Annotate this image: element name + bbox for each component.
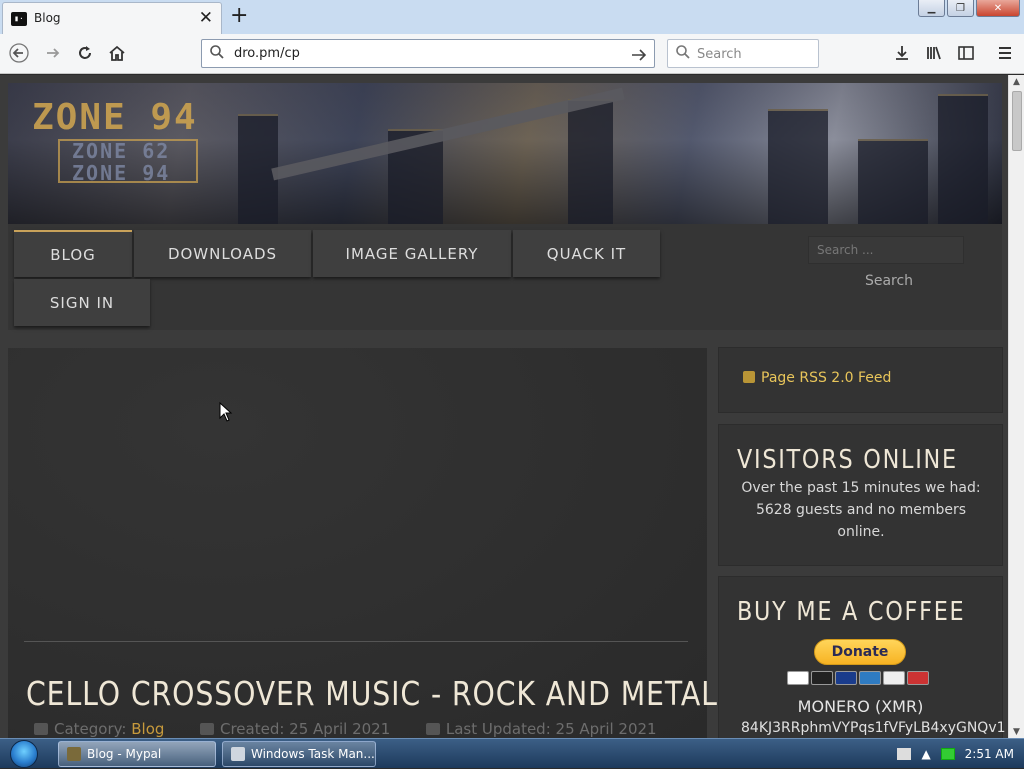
maestro-icon bbox=[835, 671, 857, 685]
reload-icon[interactable] bbox=[74, 42, 96, 64]
menu-item-quack-it[interactable]: QUACK IT bbox=[513, 230, 660, 277]
browser-titlebar: ▮· Blog ✕ + ▁ ❐ ✕ bbox=[0, 0, 1024, 34]
browser-search-placeholder: Search bbox=[697, 47, 742, 62]
taskbar-item-task-manager[interactable]: Windows Task Man... bbox=[222, 741, 376, 767]
visitors-title: VISITORS ONLINE bbox=[737, 445, 958, 475]
site-logo[interactable]: ZONE 94 bbox=[32, 97, 198, 138]
visitors-text: Over the past 15 minutes we had: 5628 gu… bbox=[741, 480, 981, 540]
scroll-up-icon[interactable]: ▲ bbox=[1013, 77, 1020, 87]
rss-icon bbox=[743, 371, 755, 383]
go-arrow-icon[interactable] bbox=[630, 42, 648, 69]
mypal-app-icon bbox=[67, 747, 81, 761]
address-bar[interactable]: dro.pm/cp bbox=[201, 39, 655, 68]
category-label: Category: bbox=[54, 720, 127, 738]
article-title[interactable]: CELLO CROSSOVER MUSIC - ROCK AND METAL bbox=[26, 674, 718, 713]
back-arrow-icon[interactable] bbox=[8, 42, 30, 64]
window-controls: ▁ ❐ ✕ bbox=[918, 0, 1020, 17]
rss-widget: Page RSS 2.0 Feed bbox=[719, 348, 1002, 412]
article-meta: Category: Blog Created: 25 April 2021 La… bbox=[34, 720, 657, 738]
rss-feed-link[interactable]: Page RSS 2.0 Feed bbox=[743, 370, 891, 386]
tab-close-icon[interactable]: ✕ bbox=[199, 8, 213, 28]
banner-building bbox=[938, 94, 988, 224]
sidebar-toggle-icon[interactable] bbox=[955, 42, 977, 64]
site-favicon-icon: ▮· bbox=[11, 12, 27, 26]
banner-building bbox=[568, 99, 613, 224]
updated-date: Last Updated: 25 April 2021 bbox=[445, 720, 657, 738]
keyboard-icon[interactable] bbox=[897, 748, 912, 760]
banner-building bbox=[768, 109, 828, 224]
webpage: ZONE 94 ZONE 62 ZONE 94 BLOG DOWNLOADS I… bbox=[0, 75, 1008, 739]
clock[interactable]: 2:51 AM bbox=[965, 747, 1014, 761]
menu-item-image-gallery[interactable]: IMAGE GALLERY bbox=[313, 230, 511, 277]
mastercard-icon bbox=[811, 671, 833, 685]
calendar-icon bbox=[425, 723, 440, 735]
jcb-icon bbox=[907, 671, 929, 685]
calendar-icon bbox=[200, 723, 214, 735]
start-button[interactable] bbox=[10, 740, 38, 768]
taskbar-item-label: Windows Task Man... bbox=[251, 747, 375, 761]
new-tab-button[interactable]: + bbox=[230, 3, 248, 28]
forward-arrow-icon[interactable] bbox=[42, 42, 64, 64]
browser-tab-blog[interactable]: ▮· Blog ✕ bbox=[2, 2, 222, 34]
menu-item-sign-in[interactable]: SIGN IN bbox=[14, 279, 150, 326]
tray-expand-icon[interactable]: ▲ bbox=[921, 747, 930, 761]
browser-search-box[interactable]: Search bbox=[667, 39, 819, 68]
page-scrollbar[interactable]: ▲ ▼ bbox=[1008, 75, 1024, 739]
windows-taskbar: Blog - Mypal Windows Task Man... ▲ 2:51 … bbox=[0, 738, 1024, 768]
logo-subtitle-1: ZONE 62 bbox=[72, 139, 171, 163]
downloads-icon[interactable] bbox=[891, 42, 913, 64]
menu-item-blog[interactable]: BLOG bbox=[14, 230, 132, 277]
visitors-widget: VISITORS ONLINE Over the past 15 minutes… bbox=[719, 425, 1002, 565]
close-window-button[interactable]: ✕ bbox=[976, 0, 1020, 17]
banner-building bbox=[858, 139, 928, 224]
site-search-input[interactable]: Search ... bbox=[808, 236, 964, 264]
minimize-button[interactable]: ▁ bbox=[918, 0, 945, 17]
library-icon[interactable] bbox=[923, 42, 945, 64]
system-tray: ▲ 2:51 AM bbox=[897, 739, 1024, 769]
site-banner: ZONE 94 ZONE 62 ZONE 94 bbox=[8, 83, 1002, 224]
payment-cards bbox=[787, 671, 929, 685]
discover-icon bbox=[883, 671, 905, 685]
rss-feed-label: Page RSS 2.0 Feed bbox=[761, 370, 892, 386]
created-date: Created: 25 April 2021 bbox=[220, 720, 391, 738]
amex-icon bbox=[859, 671, 881, 685]
article-divider bbox=[24, 641, 688, 642]
search-icon bbox=[675, 44, 691, 64]
article-area: CELLO CROSSOVER MUSIC - ROCK AND METAL C… bbox=[8, 348, 717, 739]
taskbar-item-mypal[interactable]: Blog - Mypal bbox=[58, 741, 216, 767]
task-manager-icon bbox=[231, 747, 245, 761]
scroll-down-icon[interactable]: ▼ bbox=[1013, 727, 1020, 737]
network-icon[interactable] bbox=[940, 748, 955, 760]
donate-button[interactable]: Donate bbox=[814, 639, 906, 665]
scrollbar-thumb[interactable] bbox=[1012, 91, 1022, 151]
browser-navbar: dro.pm/cp Search bbox=[0, 34, 1024, 74]
menu-hamburger-icon[interactable] bbox=[994, 42, 1016, 64]
site-main-menu: BLOG DOWNLOADS IMAGE GALLERY QUACK IT SI… bbox=[8, 224, 1002, 330]
tab-title: Blog bbox=[34, 11, 61, 25]
monero-label: MONERO (XMR) bbox=[797, 697, 924, 716]
monero-address[interactable]: 84KJ3RRphmVYPqs1fVFyLB4xyGNQv1 bbox=[741, 720, 1006, 736]
restore-button[interactable]: ❐ bbox=[947, 0, 974, 17]
logo-subtitle-2: ZONE 94 bbox=[72, 161, 171, 185]
home-icon[interactable] bbox=[106, 42, 128, 64]
visa-icon bbox=[787, 671, 809, 685]
taskbar-item-label: Blog - Mypal bbox=[87, 747, 162, 761]
folder-icon bbox=[34, 723, 48, 735]
site-search-button[interactable]: Search bbox=[856, 266, 922, 296]
coffee-widget: BUY ME A COFFEE Donate MONERO (XMR) 84KJ… bbox=[719, 577, 1006, 739]
menu-item-downloads[interactable]: DOWNLOADS bbox=[134, 230, 311, 277]
url-text[interactable]: dro.pm/cp bbox=[234, 46, 300, 61]
coffee-title: BUY ME A COFFEE bbox=[737, 597, 966, 627]
search-icon bbox=[209, 44, 225, 64]
category-link[interactable]: Blog bbox=[131, 720, 164, 738]
